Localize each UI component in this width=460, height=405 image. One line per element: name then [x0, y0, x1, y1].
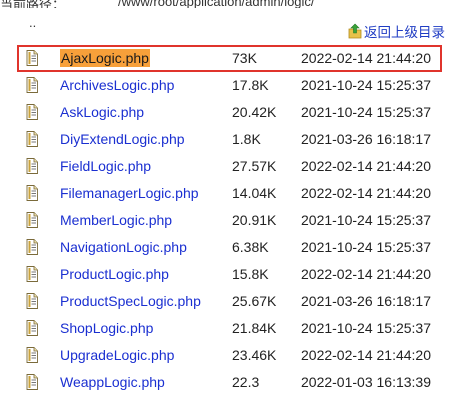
file-name-link[interactable]: ProductSpecLogic.php — [60, 292, 201, 310]
file-modified-date: 2021-10-24 15:25:37 — [301, 104, 431, 120]
file-size: 25.67K — [232, 293, 277, 309]
file-name-link[interactable]: MemberLogic.php — [60, 211, 172, 229]
file-modified-date: 2022-01-03 16:13:39 — [301, 374, 431, 390]
path-bar: 当前路径： /www/root/application/admin/logic/ — [0, 0, 460, 8]
file-row: WeappLogic.php 22.3 2022-01-03 16:13:39 — [0, 369, 460, 396]
file-row: FilemanagerLogic.php 14.04K 2022-02-14 21:… — [0, 180, 460, 207]
php-file-icon — [25, 266, 39, 282]
file-name-link[interactable]: FieldLogic.php — [60, 157, 151, 175]
php-file-icon — [25, 131, 39, 147]
file-name-link[interactable]: AskLogic.php — [60, 103, 144, 121]
php-file-icon — [25, 158, 39, 174]
file-row: DiyExtendLogic.php 1.8K 2021-03-26 16:18:1… — [0, 126, 460, 153]
file-size: 15.8K — [232, 266, 269, 282]
parent-directory-link[interactable]: .. — [29, 16, 36, 29]
file-name-link[interactable]: UpgradeLogic.php — [60, 346, 174, 364]
php-file-icon — [25, 293, 39, 309]
file-modified-date: 2021-10-24 15:25:37 — [301, 239, 431, 255]
file-size: 22.3 — [232, 374, 260, 390]
path-label: 当前路径： — [0, 0, 66, 8]
php-file-icon — [25, 347, 39, 363]
file-size: 20.91K — [232, 212, 277, 228]
file-name-link[interactable]: FilemanagerLogic.php — [60, 184, 199, 202]
file-row: AskLogic.php 20.42K 2021-10-24 15:25:37 — [0, 99, 460, 126]
file-size: 27.57K — [232, 158, 277, 174]
file-size: 73K — [232, 50, 257, 66]
folder-up-icon — [348, 23, 362, 39]
file-row: ProductLogic.php 15.8K 2022-02-14 21:44:20 — [0, 261, 460, 288]
file-modified-date: 2021-03-26 16:18:17 — [301, 293, 431, 309]
file-name-link[interactable]: ArchivesLogic.php — [60, 76, 174, 94]
file-name-link[interactable]: WeappLogic.php — [60, 373, 165, 391]
file-size: 1.8K — [232, 131, 261, 147]
php-file-icon — [25, 185, 39, 201]
file-row: UpgradeLogic.php 23.46K 2022-02-14 21:44:2… — [0, 342, 460, 369]
back-to-parent-link[interactable]: 返回上级目录 — [348, 22, 445, 40]
file-size: 20.42K — [232, 104, 277, 120]
back-link-label: 返回上级目录 — [364, 25, 445, 40]
php-file-icon — [25, 374, 39, 390]
file-modified-date: 2022-02-14 21:44:20 — [301, 266, 431, 282]
file-modified-date: 2021-10-24 15:25:37 — [301, 77, 431, 93]
file-row: ShopLogic.php 21.84K 2021-10-24 15:25:37 — [0, 315, 460, 342]
file-row: ArchivesLogic.php 17.8K 2021-10-24 15:25:3… — [0, 72, 460, 99]
file-modified-date: 2022-02-14 21:44:20 — [301, 185, 431, 201]
php-file-icon — [25, 104, 39, 120]
file-name-link[interactable]: DiyExtendLogic.php — [60, 130, 185, 148]
file-row: FieldLogic.php 27.57K 2022-02-14 21:44:20 — [0, 153, 460, 180]
path-value: /www/root/application/admin/logic/ — [118, 0, 315, 8]
php-file-icon — [25, 239, 39, 255]
file-modified-date: 2021-10-24 15:25:37 — [301, 212, 431, 228]
file-modified-date: 2022-02-14 21:44:20 — [301, 158, 431, 174]
file-size: 17.8K — [232, 77, 269, 93]
file-list: AjaxLogic.php 73K 2022-02-14 21:44:20 Archi… — [0, 45, 460, 396]
php-file-icon — [25, 50, 39, 66]
file-row-highlighted: AjaxLogic.php 73K 2022-02-14 21:44:20 — [17, 45, 442, 72]
file-name-link[interactable]: NavigationLogic.php — [60, 238, 187, 256]
file-modified-date: 2022-02-14 21:44:20 — [301, 347, 431, 363]
file-size: 21.84K — [232, 320, 277, 336]
file-modified-date: 2021-03-26 16:18:17 — [301, 131, 431, 147]
file-modified-date: 2021-10-24 15:25:37 — [301, 320, 431, 336]
file-name-link[interactable]: ShopLogic.php — [60, 319, 153, 337]
file-size: 6.38K — [232, 239, 269, 255]
php-file-icon — [25, 212, 39, 228]
file-name-link[interactable]: ProductLogic.php — [60, 265, 169, 283]
file-row: MemberLogic.php 20.91K 2021-10-24 15:25:37 — [0, 207, 460, 234]
file-row: ProductSpecLogic.php 25.67K 2021-03-26 16:… — [0, 288, 460, 315]
file-size: 23.46K — [232, 347, 277, 363]
php-file-icon — [25, 320, 39, 336]
file-row: NavigationLogic.php 6.38K 2021-10-24 15:25… — [0, 234, 460, 261]
file-name-link[interactable]: AjaxLogic.php — [60, 49, 150, 67]
file-size: 14.04K — [232, 185, 277, 201]
php-file-icon — [25, 77, 39, 93]
file-modified-date: 2022-02-14 21:44:20 — [301, 50, 431, 66]
